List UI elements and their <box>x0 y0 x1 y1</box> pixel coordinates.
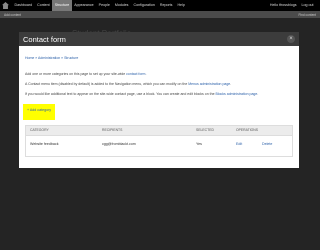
categories-table: CATEGORY RECIPIENTS SELECTED OPERATIONS … <box>25 125 293 157</box>
toolbar-structure[interactable]: Structure <box>52 0 72 11</box>
shortcut-bar: Add content Find content <box>0 11 320 18</box>
help-text-3-body: If you would like additional text to app… <box>25 92 216 96</box>
toolbar-reports[interactable]: Reports <box>157 0 175 11</box>
toolbar-configuration[interactable]: Configuration <box>131 0 157 11</box>
breadcrumb[interactable]: Home » Administration » Structure <box>25 56 78 60</box>
row-selected: Yes <box>196 142 202 146</box>
row-category: Website feedback <box>30 142 59 146</box>
edit-button[interactable]: Edit <box>236 142 242 146</box>
help-text-1: Add one or more categories on this page … <box>25 72 146 76</box>
user-greeting[interactable]: Hello tfrossblogs <box>267 0 299 11</box>
toolbar-content[interactable]: Content <box>35 0 53 11</box>
admin-toolbar: Dashboard Content Structure Appearance P… <box>0 0 320 11</box>
help-text-3-end: . <box>257 92 259 96</box>
help-text-1-end: . <box>145 72 147 76</box>
toolbar-help[interactable]: Help <box>175 0 187 11</box>
help-text-2-body: A Contact menu item (disabled by default… <box>25 82 189 86</box>
contact-form-link[interactable]: contact form <box>126 72 145 76</box>
toolbar-modules[interactable]: Modules <box>112 0 131 11</box>
help-text-2-end: . <box>230 82 232 86</box>
header-recipients: RECIPIENTS <box>102 128 123 132</box>
toolbar-appearance[interactable]: Appearance <box>72 0 96 11</box>
add-category-link[interactable]: + Add category <box>27 108 51 112</box>
table-header: CATEGORY RECIPIENTS SELECTED OPERATIONS <box>26 126 292 136</box>
add-content-shortcut[interactable]: Add content <box>0 13 25 17</box>
toolbar-dashboard[interactable]: Dashboard <box>12 0 35 11</box>
header-selected: SELECTED <box>196 128 214 132</box>
home-icon[interactable] <box>2 2 9 9</box>
table-row: Website feedback cgg@fromblackt.com Yes … <box>26 136 292 150</box>
modal-header: Contact form × <box>19 32 299 46</box>
header-operations: OPERATIONS <box>236 128 258 132</box>
logout-link[interactable]: Log out <box>299 0 316 11</box>
find-content-shortcut[interactable]: Find content <box>294 13 320 17</box>
highlight-marker <box>23 104 55 120</box>
close-icon[interactable]: × <box>287 35 295 43</box>
modal-title: Contact form <box>23 34 66 44</box>
help-text-3: If you would like additional text to app… <box>25 92 258 96</box>
header-category: CATEGORY <box>30 128 49 132</box>
contact-form-modal: Home » Administration » Structure Add on… <box>19 46 299 168</box>
menus-admin-link[interactable]: Menus administration page <box>188 82 230 86</box>
toolbar-people[interactable]: People <box>96 0 112 11</box>
help-text-1-body: Add one or more categories on this page … <box>25 72 127 76</box>
blocks-admin-link[interactable]: Blocks administration page <box>216 92 258 96</box>
delete-button[interactable]: Delete <box>262 142 272 146</box>
help-text-2: A Contact menu item (disabled by default… <box>25 82 231 86</box>
row-recipients: cgg@fromblackt.com <box>102 142 136 146</box>
